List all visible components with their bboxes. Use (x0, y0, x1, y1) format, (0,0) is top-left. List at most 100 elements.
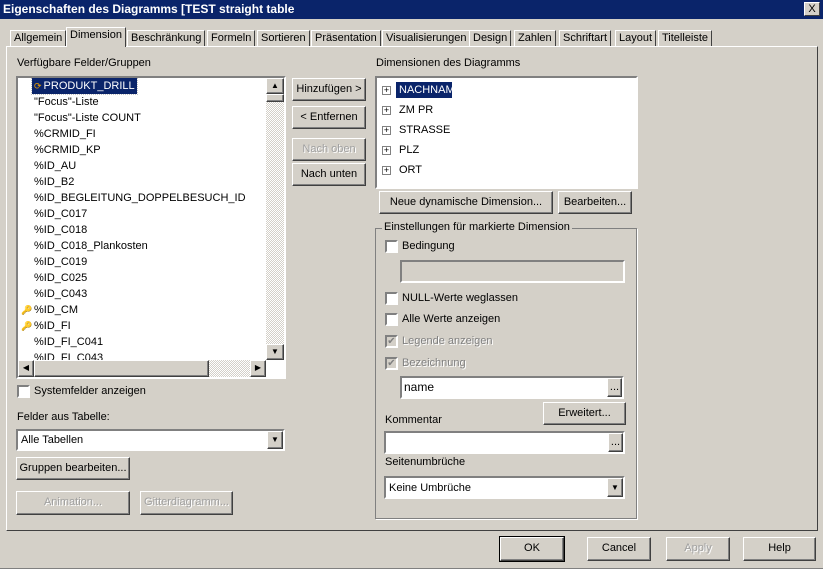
tree-item-label: ZM PR (399, 104, 434, 116)
label-checkbox[interactable]: ✔ (385, 357, 398, 370)
tab-layout[interactable]: Layout (615, 30, 657, 47)
tab-allgemein[interactable]: Allgemein (10, 30, 67, 47)
show-all-label: Alle Werte anzeigen (402, 313, 501, 325)
comment-input[interactable]: ... (384, 431, 625, 454)
scroll-down-button[interactable]: ▼ (266, 344, 284, 360)
label-expression-button[interactable]: ... (607, 378, 622, 397)
list-item[interactable]: %ID_C043 (34, 286, 87, 302)
apply-button[interactable]: Apply (666, 537, 730, 561)
condition-input[interactable] (400, 260, 625, 283)
list-item[interactable]: %ID_C017 (34, 206, 87, 222)
table-label: Felder aus Tabelle: (17, 411, 110, 423)
new-dynamic-dimension-button[interactable]: Neue dynamische Dimension... (379, 191, 553, 214)
condition-checkbox[interactable] (385, 240, 398, 253)
list-item[interactable]: %CRMID_KP (34, 142, 101, 158)
tab-sortieren[interactable]: Sortieren (257, 30, 310, 47)
list-item[interactable]: %CRMID_FI (34, 126, 96, 142)
show-legend-label: Legende anzeigen (402, 335, 493, 347)
list-item[interactable]: %ID_C018 (34, 222, 87, 238)
move-up-button[interactable]: Nach oben (292, 138, 366, 161)
tab-zahlen[interactable]: Zahlen (514, 30, 556, 47)
help-button[interactable]: Help (743, 537, 816, 561)
dimensions-tree[interactable]: + NACHNAME + ZM PR + STRASSE + PLZ + ORT (375, 76, 638, 189)
expand-icon[interactable]: + (382, 86, 391, 95)
tab-praesentation[interactable]: Präsentation (311, 30, 381, 47)
list-item-label: %ID_AU (34, 160, 77, 172)
hscroll-thumb[interactable] (34, 360, 209, 377)
list-item[interactable]: %ID_FI_C041 (34, 334, 103, 350)
expand-icon[interactable]: + (382, 146, 391, 155)
suppress-null-label: NULL-Werte weglassen (402, 292, 518, 304)
list-item-label: "Focus"-Liste COUNT (34, 112, 141, 124)
title-bar: Eigenschaften des Diagramms [TEST straig… (0, 0, 823, 19)
ok-button[interactable]: OK (499, 536, 565, 562)
tab-dimension[interactable]: Dimension (66, 27, 126, 47)
list-item[interactable]: "Focus"-Liste COUNT (34, 110, 141, 126)
show-legend-checkbox[interactable]: ✔ (385, 335, 398, 348)
available-fields-label: Verfügbare Felder/Gruppen (17, 57, 151, 69)
show-all-checkbox[interactable] (385, 313, 398, 326)
page-breaks-select[interactable]: Keine Umbrüche ▼ (384, 476, 625, 499)
list-item[interactable]: ⟳ PRODUKT_DRILL (31, 78, 138, 95)
scroll-left-button[interactable]: ◀ (18, 360, 34, 377)
suppress-null-checkbox[interactable] (385, 292, 398, 305)
list-item-label: %ID_C025 (34, 272, 88, 284)
close-button[interactable]: X (804, 2, 820, 16)
chevron-down-icon[interactable]: ▼ (267, 431, 283, 449)
list-item-label: %ID_C017 (34, 208, 88, 220)
chevron-down-icon[interactable]: ▼ (607, 478, 623, 497)
expand-icon[interactable]: + (382, 166, 391, 175)
list-item-label: %CRMID_KP (34, 144, 101, 156)
comment-expression-button[interactable]: ... (608, 433, 623, 452)
list-item[interactable]: %ID_AU (34, 158, 76, 174)
tree-item-label: ORT (399, 164, 423, 176)
move-down-button[interactable]: Nach unten (292, 163, 366, 186)
scroll-up-button[interactable]: ▲ (266, 78, 284, 94)
condition-label: Bedingung (402, 240, 455, 252)
expand-icon[interactable]: + (382, 106, 391, 115)
list-item[interactable]: %ID_FI_C043 (34, 350, 103, 360)
remove-button[interactable]: < Entfernen (292, 106, 366, 129)
trellis-button[interactable]: Gitterdiagramm... (140, 491, 233, 515)
settings-group-title: Einstellungen für markierte Dimension (382, 221, 572, 233)
list-item[interactable]: %ID_C018_Plankosten (34, 238, 148, 254)
system-fields-checkbox[interactable] (17, 385, 30, 398)
tab-visualisierungen[interactable]: Visualisierungen (382, 30, 471, 47)
list-item[interactable]: 🔑 %ID_FI (21, 318, 71, 334)
list-item[interactable]: %ID_C019 (34, 254, 87, 270)
scroll-thumb[interactable] (266, 94, 284, 102)
list-item-label: %ID_C019 (34, 256, 88, 268)
expand-icon[interactable]: + (382, 126, 391, 135)
horizontal-scrollbar[interactable]: ◀ ▶ (18, 360, 266, 377)
tab-design[interactable]: Design (469, 30, 512, 47)
list-item-label: %ID_B2 (34, 176, 75, 188)
list-item[interactable]: 🔑 %ID_CM (21, 302, 78, 318)
page-breaks-value: Keine Umbrüche (389, 482, 471, 494)
tab-schriftart[interactable]: Schriftart (559, 30, 612, 47)
animation-button[interactable]: Animation... (16, 491, 130, 515)
advanced-button[interactable]: Erweitert... (543, 402, 626, 425)
list-item-label: %ID_C018 (34, 224, 88, 236)
cancel-button[interactable]: Cancel (587, 537, 651, 561)
scroll-right-button[interactable]: ▶ (250, 360, 266, 377)
available-fields-list[interactable]: ⟳ PRODUKT_DRILL "Focus"-Liste "Focus"-Liste… (16, 76, 286, 379)
list-item[interactable]: %ID_B2 (34, 174, 74, 190)
tab-formeln[interactable]: Formeln (207, 30, 256, 47)
list-item-label: PRODUKT_DRILL (43, 80, 135, 92)
list-item[interactable]: "Focus"-Liste (34, 94, 99, 110)
tab-beschraenkung[interactable]: Beschränkung (127, 30, 206, 47)
add-button[interactable]: Hinzufügen > (292, 78, 366, 101)
background-strip (0, 568, 823, 573)
tree-item-label: NACHNAME (396, 82, 462, 98)
vertical-scrollbar[interactable]: ▲ ▼ (266, 78, 284, 360)
edit-groups-button[interactable]: Gruppen bearbeiten... (16, 457, 130, 480)
list-item-label: %ID_FI_C043 (34, 352, 104, 360)
list-item[interactable]: %ID_BEGLEITUNG_DOPPELBESUCH_ID (34, 190, 246, 206)
label-input[interactable]: name ... (400, 376, 624, 399)
table-select[interactable]: Alle Tabellen ▼ (16, 429, 285, 451)
list-item[interactable]: %ID_C025 (34, 270, 87, 286)
comment-label: Kommentar (385, 414, 442, 426)
edit-dimension-button[interactable]: Bearbeiten... (558, 191, 632, 214)
label-value: name (404, 380, 435, 394)
tab-titelleiste[interactable]: Titelleiste (658, 30, 713, 47)
